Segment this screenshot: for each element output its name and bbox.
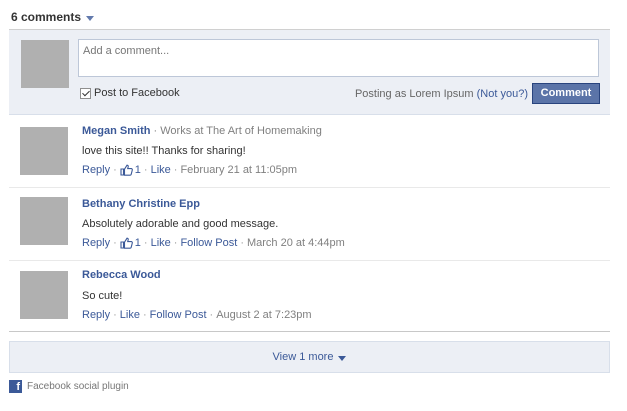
- comment-item: Megan Smith · Works at The Art of Homema…: [9, 116, 610, 188]
- comment-timestamp[interactable]: March 20 at 4:44pm: [247, 237, 345, 249]
- comment-author[interactable]: Rebecca Wood: [82, 269, 161, 281]
- comment-input[interactable]: Add a comment...: [78, 39, 599, 77]
- reply-link[interactable]: Reply: [82, 309, 110, 321]
- thumbs-up-icon: [120, 237, 133, 249]
- social-plugin-footer: f Facebook social plugin: [9, 380, 129, 393]
- comment-divider: [9, 331, 610, 332]
- avatar[interactable]: [20, 271, 68, 319]
- avatar[interactable]: [20, 127, 68, 175]
- comment-item: Rebecca Wood So cute! Reply · Like · Fol…: [9, 261, 610, 331]
- facebook-f-icon: f: [9, 380, 22, 393]
- reply-link[interactable]: Reply: [82, 237, 110, 249]
- comment-text: So cute!: [82, 290, 123, 302]
- comment-timestamp[interactable]: August 2 at 7:23pm: [216, 309, 311, 321]
- comment-actions: Reply · 1 · Like · Follow Post · March 2…: [82, 237, 345, 249]
- avatar[interactable]: [20, 197, 68, 245]
- thumbs-up-icon: [120, 164, 133, 176]
- comment-author-line: Megan Smith · Works at The Art of Homema…: [82, 125, 322, 137]
- not-you-link[interactable]: (Not you?): [477, 88, 528, 100]
- comment-text: love this site!! Thanks for sharing!: [82, 145, 246, 157]
- post-to-facebook-checkbox[interactable]: [80, 87, 91, 99]
- avatar: [21, 40, 69, 88]
- comment-author[interactable]: Bethany Christine Epp: [82, 198, 200, 210]
- follow-post-link[interactable]: Follow Post: [180, 237, 237, 249]
- follow-post-link[interactable]: Follow Post: [150, 309, 207, 321]
- like-link[interactable]: Like: [151, 164, 171, 176]
- comment-item: Bethany Christine Epp Absolutely adorabl…: [9, 188, 610, 260]
- comments-count-header[interactable]: 6 comments: [11, 9, 95, 25]
- chevron-down-icon[interactable]: [86, 15, 95, 21]
- comment-author-detail: · Works at The Art of Homemaking: [153, 125, 322, 137]
- posting-as-text: Posting as Lorem Ipsum (Not you?): [355, 88, 528, 100]
- reply-link[interactable]: Reply: [82, 164, 110, 176]
- chevron-down-icon[interactable]: [338, 355, 347, 361]
- comment-author-line: Bethany Christine Epp: [82, 198, 200, 210]
- like-link[interactable]: Like: [120, 309, 140, 321]
- view-more-label[interactable]: View 1 more: [273, 351, 334, 363]
- social-plugin-label[interactable]: Facebook social plugin: [27, 381, 129, 392]
- comment-composer: Add a comment... Post to Facebook Postin…: [9, 30, 610, 115]
- view-more-button[interactable]: View 1 more: [9, 341, 610, 373]
- comment-timestamp[interactable]: February 21 at 11:05pm: [180, 164, 297, 176]
- comments-count[interactable]: 6 comments: [11, 10, 81, 24]
- comment-button[interactable]: Comment: [532, 83, 600, 104]
- comment-text: Absolutely adorable and good message.: [82, 218, 279, 230]
- post-to-facebook-label[interactable]: Post to Facebook: [94, 87, 180, 99]
- comment-actions: Reply · Like · Follow Post · August 2 at…: [82, 309, 312, 321]
- comment-author[interactable]: Megan Smith: [82, 125, 150, 137]
- like-link[interactable]: Like: [151, 237, 171, 249]
- posting-as-label: Posting as Lorem Ipsum: [354, 88, 474, 100]
- comment-actions: Reply · 1 · Like · February 21 at 11:05p…: [82, 164, 298, 176]
- comment-author-line: Rebecca Wood: [82, 269, 161, 281]
- post-to-facebook-option[interactable]: Post to Facebook: [80, 87, 180, 99]
